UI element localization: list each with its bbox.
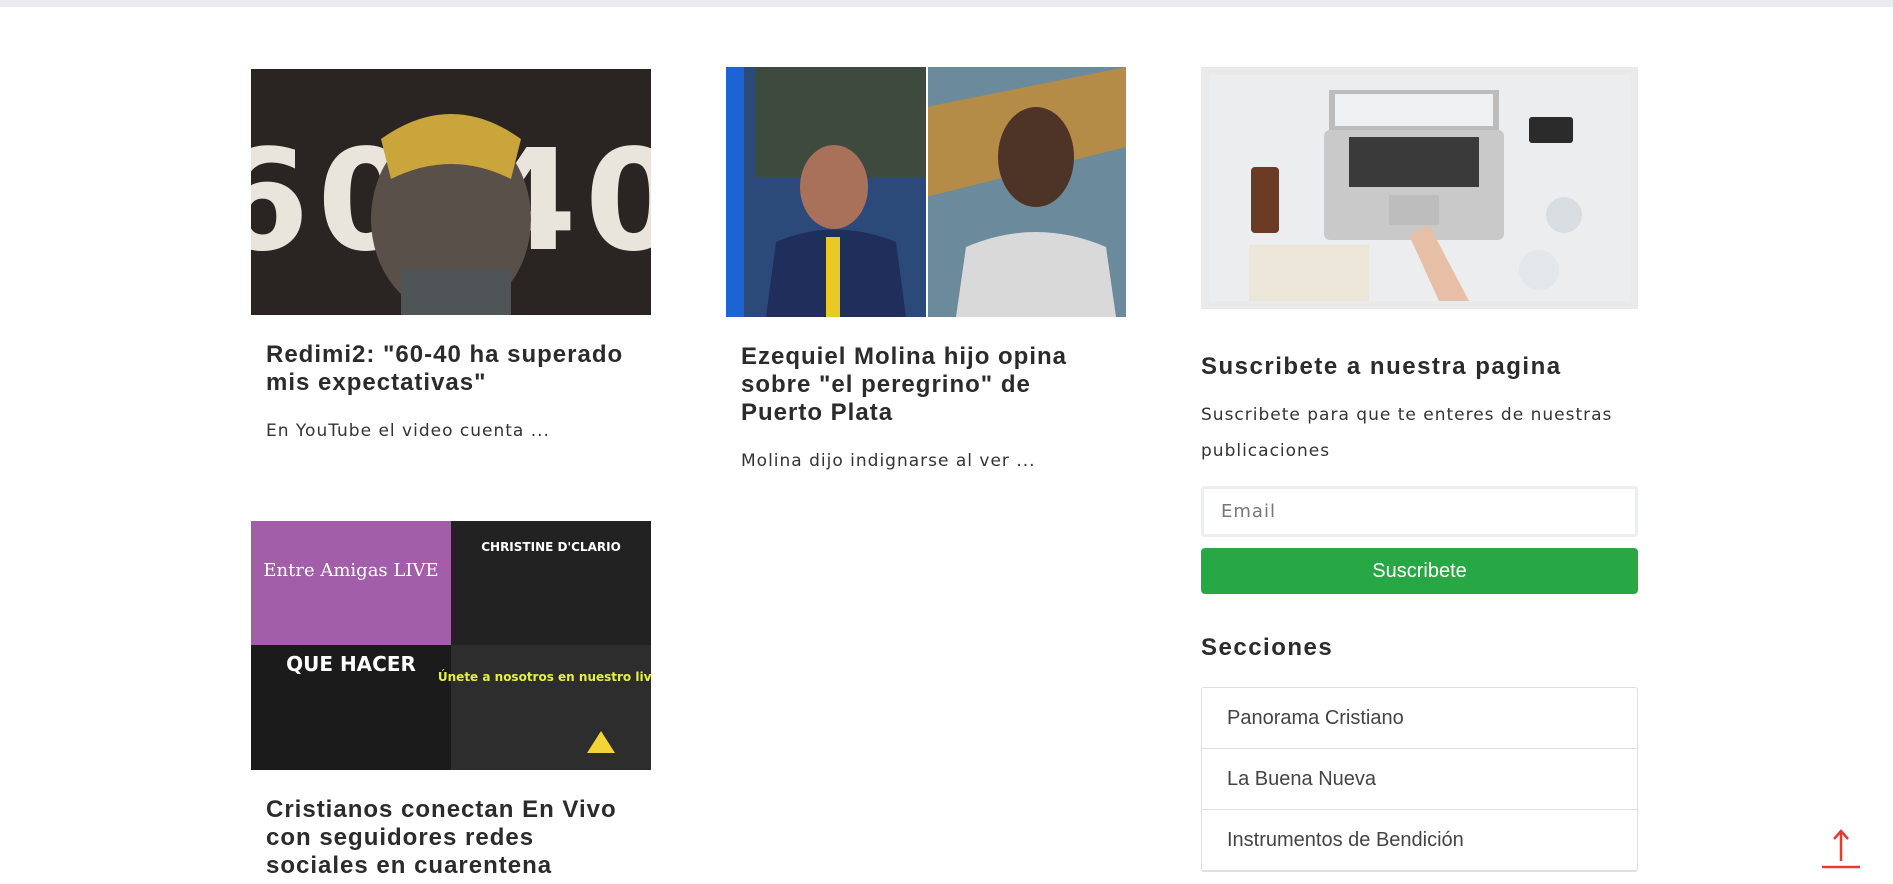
svg-text:Entre Amigas LIVE: Entre Amigas LIVE — [263, 560, 438, 581]
subscribe-button[interactable]: Suscribete — [1201, 548, 1638, 594]
article-title[interactable]: Redimi2: "60-40 ha superado mis expectat… — [251, 341, 651, 397]
svg-text:CHRISTINE D'CLARIO: CHRISTINE D'CLARIO — [481, 540, 621, 554]
arrow-up-icon — [1822, 829, 1860, 869]
top-border — [0, 0, 1893, 7]
back-to-top-button[interactable] — [1820, 827, 1862, 869]
article-card[interactable]: Entre Amigas LIVE CHRISTINE D'CLARIO QUE… — [251, 521, 651, 880]
svg-text:QUE HACER: QUE HACER — [286, 652, 416, 676]
article-title[interactable]: Cristianos conectan En Vivo con seguidor… — [251, 796, 651, 880]
subscribe-description: Suscribete para que te enteres de nuestr… — [1201, 405, 1613, 461]
article-image[interactable]: 60 40 — [251, 69, 651, 315]
article-excerpt: En YouTube el video cuenta ... — [266, 421, 550, 441]
section-item-panorama-cristiano[interactable]: Panorama Cristiano — [1202, 688, 1637, 749]
sidebar-banner-image — [1201, 67, 1638, 309]
sidebar: Suscribete a nuestra pagina Suscribete p… — [1201, 67, 1638, 872]
sections-heading: Secciones — [1201, 634, 1334, 661]
article-card[interactable]: Ezequiel Molina hijo opina sobre "el per… — [726, 67, 1126, 471]
section-item-la-buena-nueva[interactable]: La Buena Nueva — [1202, 749, 1637, 810]
article-card[interactable]: 60 40 Redimi2: "60-40 ha superado mis ex… — [251, 69, 651, 441]
section-item-instrumentos-de-bendicion[interactable]: Instrumentos de Bendición — [1202, 810, 1637, 871]
email-field[interactable] — [1201, 486, 1638, 537]
subscribe-heading: Suscribete a nuestra pagina — [1201, 353, 1562, 380]
article-title[interactable]: Ezequiel Molina hijo opina sobre "el per… — [726, 343, 1126, 427]
article-image[interactable]: Entre Amigas LIVE CHRISTINE D'CLARIO QUE… — [251, 521, 651, 770]
article-image[interactable] — [726, 67, 1126, 317]
article-excerpt: Molina dijo indignarse al ver ... — [741, 451, 1036, 471]
sections-list: Panorama Cristiano La Buena Nueva Instru… — [1201, 687, 1638, 872]
svg-text:Únete a nosotros en nuestro li: Únete a nosotros en nuestro live. — [438, 669, 651, 684]
